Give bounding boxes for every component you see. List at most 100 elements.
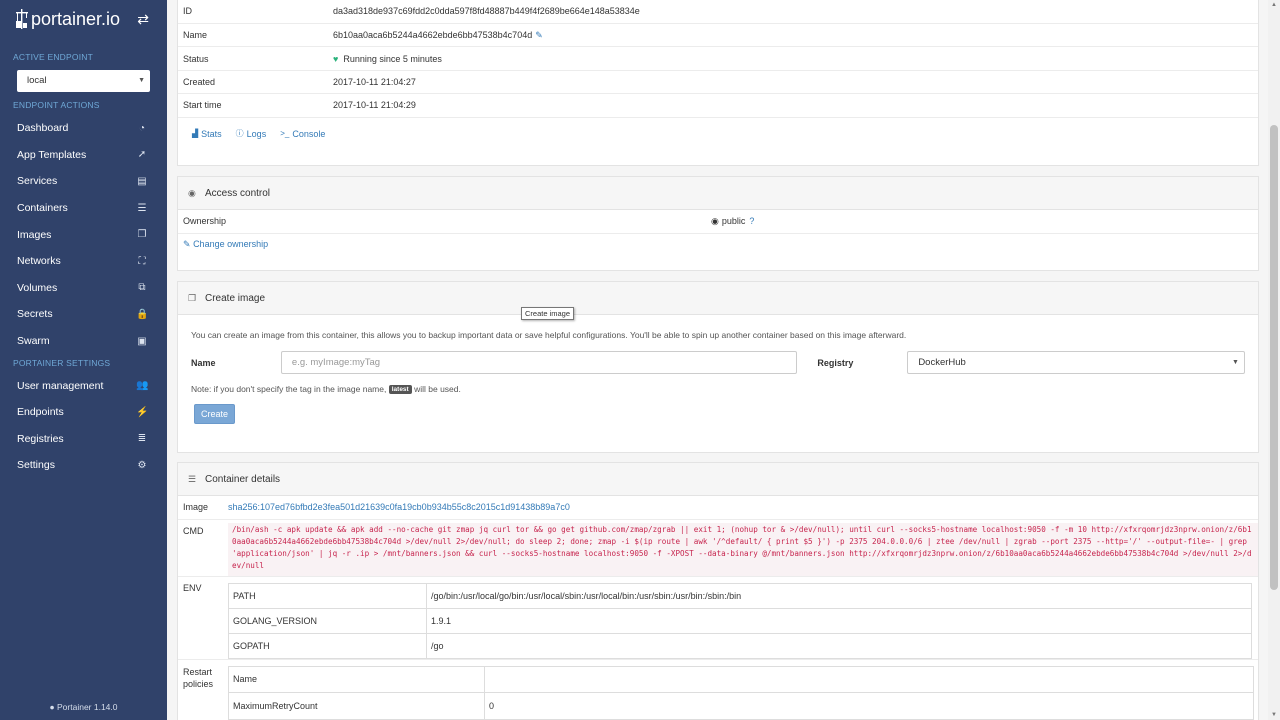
container-actions: ▟ Stats ⓘ Logs >_ Console [178,118,1258,150]
sidebar-item-registries[interactable]: Registries ≣ [0,426,167,453]
restart-label-line1: Restart [183,666,213,677]
env-row: ENV PATH/go/bin:/usr/local/go/bin:/usr/l… [178,577,1258,660]
console-link[interactable]: >_ Console [280,129,325,139]
table-row: GOLANG_VERSION 1.9.1 [228,607,1252,634]
table-cell-value: /go [426,632,1252,659]
database-icon: ≣ [137,433,147,445]
sidebar-item-label: Containers [17,202,68,215]
change-ownership-label: Change ownership [193,239,269,249]
start-time-row: Start time 2017-10-11 21:04:29 [178,94,1258,118]
stats-link[interactable]: ▟ Stats [192,129,222,139]
table-row: MaximumRetryCount 0 [228,692,1254,720]
id-row: ID da3ad318de937c69fdd2c0dda597f8fd48887… [178,0,1258,24]
clone-icon: ❐ [137,229,147,241]
create-image-button[interactable]: Create [194,404,235,425]
image-label: Image [183,502,209,513]
exchange-icon[interactable]: ⇄ [137,11,149,28]
server-icon: ☰ [137,202,147,214]
table-row: GOPATH/go [228,632,1252,659]
sidebar-item-endpoints[interactable]: Endpoints ⚡ [0,399,167,426]
create-image-description: You can create an image from this contai… [191,330,907,340]
stats-label: Stats [201,128,222,139]
container-details-title: Container details [205,473,281,485]
endpoint-select[interactable]: local ▼ [17,70,150,92]
image-name-label: Name [191,357,216,368]
rocket-icon: ➚ [137,149,147,161]
sidebar-item-label: Networks [17,255,61,268]
sitemap-icon: ⛶ [138,255,146,267]
sidebar-item-user-management[interactable]: User management 👥 [0,372,167,399]
sidebar-item-networks[interactable]: Networks ⛶ [0,248,167,275]
table-cell-value: 0 [484,692,1254,720]
scroll-up-icon[interactable]: ▲ [1268,0,1280,10]
scroll-down-icon[interactable]: ▼ [1268,710,1280,720]
created-value: 2017-10-11 21:04:27 [333,76,416,87]
portainer-settings-heading: PORTAINER SETTINGS [13,358,111,369]
registry-select-value: DockerHub [918,357,966,368]
sidebar-item-label: Dashboard [17,122,69,135]
sidebar-item-settings[interactable]: Settings ⚙ [0,452,167,479]
cmd-value: /bin/ash -c apk update && apk add --no-c… [228,522,1258,576]
logs-link[interactable]: ⓘ Logs [236,128,267,139]
terminal-icon: >_ [280,129,290,139]
registry-label: Registry [817,357,854,368]
create-image-panel: ❐ Create image You can create an image f… [177,281,1259,453]
env-table: PATH/go/bin:/usr/local/go/bin:/usr/local… [228,582,1252,659]
sidebar-item-label: Images [17,228,52,241]
sidebar-item-images[interactable]: Images ❐ [0,221,167,248]
table-row: Name [228,665,1254,693]
sidebar-item-containers[interactable]: Containers ☰ [0,195,167,222]
ownership-row: Ownership ◉ public ? [178,210,1258,234]
sidebar-item-dashboard[interactable]: Dashboard ◔ [0,115,167,142]
created-row: Created 2017-10-11 21:04:27 [178,71,1258,95]
access-control-header: ◉ Access control [178,177,1258,210]
image-name-input[interactable]: e.g. myImage:myTag [280,351,798,374]
sidebar-item-swarm[interactable]: Swarm ▣ [0,328,167,355]
brand-name: portainer.io [31,8,121,29]
scrollbar-thumb[interactable] [1270,125,1278,590]
change-ownership-link[interactable]: ✎ Change ownership [183,239,268,250]
latest-badge: latest [388,385,412,395]
server-icon: ☰ [188,473,197,484]
chevron-down-icon: ▼ [1232,359,1239,366]
registry-select[interactable]: DockerHub ▼ [907,351,1245,374]
page-scrollbar[interactable]: ▲ ▼ [1268,0,1280,720]
image-link[interactable]: sha256:107ed76bfbd2e3fea501d21639c0fa19c… [228,502,570,512]
version-label: Portainer 1.14.0 [57,702,118,712]
table-cell-key: GOPATH [228,632,427,659]
create-image-form-row: Name e.g. myImage:myTag Registry DockerH… [178,351,1258,374]
github-icon: ● [49,702,55,712]
sidebar-item-label: User management [17,379,104,392]
lock-icon: 🔒 [136,308,149,320]
tachometer-icon: ◔ [138,122,146,134]
restart-label-line2: policies [183,678,214,689]
sidebar-item-services[interactable]: Services ▤ [0,168,167,195]
change-ownership-row: ✎ Change ownership [178,234,1258,256]
sidebar-item-label: App Templates [17,148,87,161]
sidebar-item-secrets[interactable]: Secrets 🔒 [0,301,167,328]
image-row: Image sha256:107ed76bfbd2e3fea501d21639c… [178,496,1258,520]
portainer-logo[interactable]: portainer.io [15,9,120,30]
sidebar-item-app-templates[interactable]: App Templates ➚ [0,142,167,169]
object-group-icon: ▣ [137,335,147,347]
cogs-icon: ⚙ [137,459,147,471]
container-details-header: ☰ Container details [178,463,1258,496]
status-label: Status [183,53,209,64]
create-image-header: ❐ Create image [178,282,1258,315]
endpoint-actions-heading: ENDPOINT ACTIONS [13,100,100,110]
edit-icon[interactable]: ✎ [535,30,543,41]
restart-policies-table: Name MaximumRetryCount 0 [228,665,1254,720]
table-cell-value: 1.9.1 [426,607,1252,634]
table-cell-key: Name [228,665,485,693]
sidebar-item-volumes[interactable]: Volumes ⧉ [0,275,167,302]
console-label: Console [292,128,326,139]
edit-icon: ✎ [183,239,191,249]
container-details-panel: ☰ Container details Image sha256:107ed76… [177,462,1259,720]
sidebar: portainer.io ⇄ ACTIVE ENDPOINT local ▼ E… [0,0,167,720]
users-icon: 👥 [136,380,149,392]
tag-note-suffix: will be used. [414,384,461,394]
table-cell-value [484,665,1254,693]
portainer-logo-icon [15,9,29,29]
question-circle-icon[interactable]: ? [749,216,754,226]
sidebar-item-label: Endpoints [17,406,64,419]
